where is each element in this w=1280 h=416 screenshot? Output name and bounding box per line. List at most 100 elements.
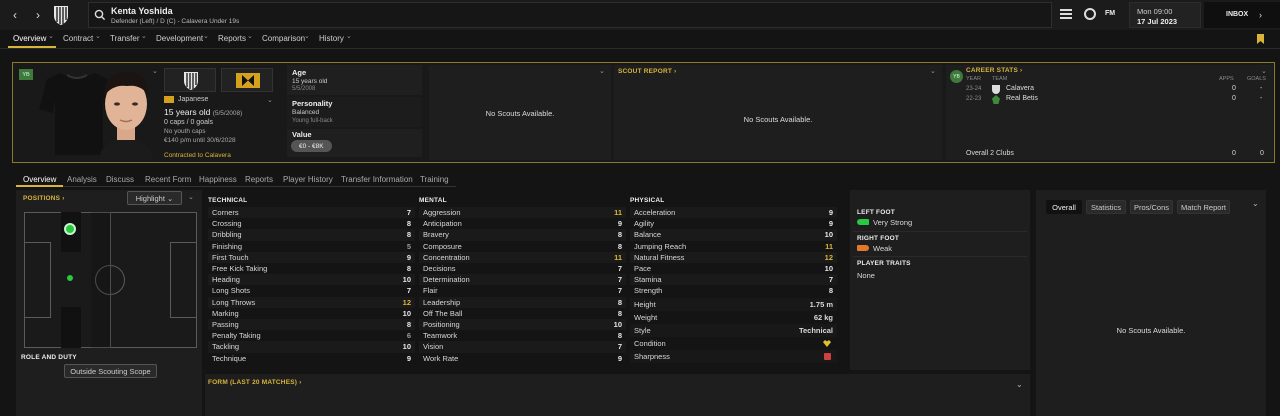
scout-report-title[interactable]: SCOUT REPORT ›: [618, 68, 676, 75]
mental-attribute-row[interactable]: Anticipation 9: [419, 218, 626, 229]
subnav-transfer[interactable]: Transfer: [110, 34, 140, 43]
technical-attribute-row[interactable]: Free Kick Taking 8: [208, 263, 415, 274]
physical-attribute-row[interactable]: Balance 10: [630, 229, 837, 241]
tab-overall[interactable]: Overall: [1046, 200, 1082, 214]
nation-badge-tile[interactable]: [221, 68, 273, 92]
back-arrow-icon[interactable]: ‹: [8, 8, 22, 22]
career-stats-title[interactable]: CAREER STATS ›: [966, 67, 1022, 74]
accomplished-position-marker[interactable]: [67, 275, 73, 281]
tab-happiness[interactable]: Happiness: [199, 175, 237, 184]
date-widget[interactable]: Mon 09:00 17 Jul 2023: [1129, 2, 1201, 28]
attribute-value: 6: [406, 331, 411, 341]
mental-attribute-row[interactable]: Determination 7: [419, 274, 626, 286]
subnav-comparison[interactable]: Comparison: [262, 34, 305, 43]
mental-attribute-row[interactable]: Composure 8: [419, 241, 626, 252]
technical-attribute-row[interactable]: First Touch 9: [208, 251, 415, 263]
mental-attribute-row[interactable]: Vision 7: [419, 341, 626, 353]
menu-icon[interactable]: [1060, 9, 1072, 19]
chevron-down-icon[interactable]: ⌄: [1016, 380, 1023, 389]
mental-attribute-row[interactable]: Off The Ball 8: [419, 308, 626, 319]
subnav-development[interactable]: Development: [156, 34, 203, 43]
technical-attribute-row[interactable]: Crossing 8: [208, 218, 415, 229]
chevron-down-icon[interactable]: ⌄: [1252, 199, 1259, 208]
career-row[interactable]: 22-23 Real Betis 0 -: [966, 95, 1271, 105]
tab-discuss[interactable]: Discuss: [106, 175, 134, 184]
subnav-history[interactable]: History: [319, 34, 344, 43]
tab-player-history[interactable]: Player History: [283, 175, 333, 184]
mental-attribute-row[interactable]: Teamwork 8: [419, 330, 626, 341]
forward-arrow-icon[interactable]: ›: [31, 8, 45, 22]
inbox-button[interactable]: INBOX ›: [1204, 2, 1280, 28]
search-bar[interactable]: Kenta Yoshida Defender (Left) / D (C) - …: [88, 2, 1052, 28]
technical-attribute-row[interactable]: Passing 8: [208, 319, 415, 331]
attribute-name: Work Rate: [423, 353, 459, 363]
tab-transfer-information[interactable]: Transfer Information: [341, 175, 413, 184]
attribute-name: Penalty Taking: [212, 331, 261, 341]
no-scouts-text: No Scouts Available.: [485, 109, 555, 118]
chevron-down-icon[interactable]: ⌄: [152, 67, 158, 75]
tab-reports[interactable]: Reports: [245, 175, 273, 184]
mental-attribute-row[interactable]: Decisions 7: [419, 263, 626, 274]
attributes-panel: TECHNICAL MENTAL PHYSICAL Corners 7 Crossi…: [205, 190, 845, 370]
technical-attribute-row[interactable]: Long Throws 12: [208, 296, 415, 308]
technical-attribute-row[interactable]: Penalty Taking 6: [208, 330, 415, 341]
tab-analysis[interactable]: Analysis: [67, 175, 97, 184]
outside-scouting-scope-button[interactable]: Outside Scouting Scope: [64, 364, 157, 378]
pitch: [24, 212, 197, 348]
tab-statistics[interactable]: Statistics: [1086, 200, 1126, 214]
technical-attribute-row[interactable]: Corners 7: [208, 207, 415, 219]
chevron-down-icon[interactable]: ⌄: [599, 67, 605, 75]
attribute-value: 11: [614, 208, 622, 218]
mental-attribute-row[interactable]: Positioning 10: [419, 319, 626, 331]
chevron-down-icon[interactable]: ⌄: [930, 67, 936, 75]
technical-attribute-row[interactable]: Marking 10: [208, 308, 415, 319]
physical-attribute-row[interactable]: Agility 9: [630, 218, 837, 229]
player-traits-title: PLAYER TRAITS: [857, 260, 911, 267]
attribute-value: 7: [406, 286, 411, 296]
chevron-down-icon[interactable]: ⌄: [1261, 67, 1267, 75]
mental-attribute-row[interactable]: Aggression 11: [419, 207, 626, 219]
fm-logo[interactable]: FM: [1105, 10, 1115, 17]
technical-attribute-row[interactable]: Long Shots 7: [208, 285, 415, 296]
mental-attribute-row[interactable]: Leadership 8: [419, 296, 626, 308]
value-pill[interactable]: €0 - €8K: [291, 140, 332, 152]
chevron-down-icon[interactable]: ⌄: [188, 193, 194, 201]
mental-attribute-row[interactable]: Concentration 11: [419, 251, 626, 263]
technical-attribute-row[interactable]: Heading 10: [208, 274, 415, 286]
technical-attribute-row[interactable]: Technique 9: [208, 353, 415, 364]
mental-attribute-row[interactable]: Bravery 8: [419, 229, 626, 241]
contracted-to[interactable]: Contracted to Calavera: [164, 152, 231, 159]
subnav-contract[interactable]: Contract: [63, 34, 93, 43]
natural-position-marker[interactable]: [64, 223, 76, 235]
physical-attribute-row[interactable]: Stamina 7: [630, 274, 837, 286]
physical-attribute-row[interactable]: Natural Fitness 12: [630, 251, 837, 263]
tab-match-report[interactable]: Match Report: [1177, 200, 1230, 214]
physical-attribute-row[interactable]: Jumping Reach 11: [630, 241, 837, 252]
position-slot-dr: [61, 307, 81, 348]
career-row[interactable]: 23-24 Calavera 0 -: [966, 85, 1271, 95]
tab-pros-cons[interactable]: Pros/Cons: [1130, 200, 1173, 214]
physical-attribute-row[interactable]: Pace 10: [630, 263, 837, 274]
mental-attribute-row[interactable]: Flair 7: [419, 285, 626, 296]
form-title[interactable]: FORM (LAST 20 MATCHES) ›: [208, 379, 302, 386]
chevron-down-icon[interactable]: ⌄: [267, 96, 273, 104]
bookmark-icon[interactable]: [1257, 34, 1264, 44]
tab-recent-form[interactable]: Recent Form: [145, 175, 191, 184]
club-crest-icon[interactable]: [52, 4, 70, 26]
positions-title[interactable]: POSITIONS ›: [23, 195, 65, 202]
club-badge-tile[interactable]: [164, 68, 216, 92]
physical-attribute-row[interactable]: Acceleration 9: [630, 207, 837, 219]
physical-attribute-row[interactable]: Strength 8: [630, 285, 837, 296]
tab-training[interactable]: Training: [420, 175, 449, 184]
tab-overview[interactable]: Overview: [23, 175, 56, 184]
ball-icon[interactable]: [1084, 8, 1096, 20]
technical-attribute-row[interactable]: Dribbling 8: [208, 229, 415, 241]
subnav-reports[interactable]: Reports: [218, 34, 246, 43]
attribute-value: 12: [824, 252, 833, 262]
mental-attribute-row[interactable]: Work Rate 9: [419, 353, 626, 364]
subnav-overview[interactable]: Overview: [13, 34, 46, 43]
sub-navigation: Overview Contract Transfer Development R…: [0, 31, 1280, 48]
technical-attribute-row[interactable]: Finishing 5: [208, 241, 415, 252]
technical-attribute-row[interactable]: Tackling 10: [208, 341, 415, 353]
highlight-dropdown[interactable]: Highlight ⌄: [127, 191, 182, 205]
